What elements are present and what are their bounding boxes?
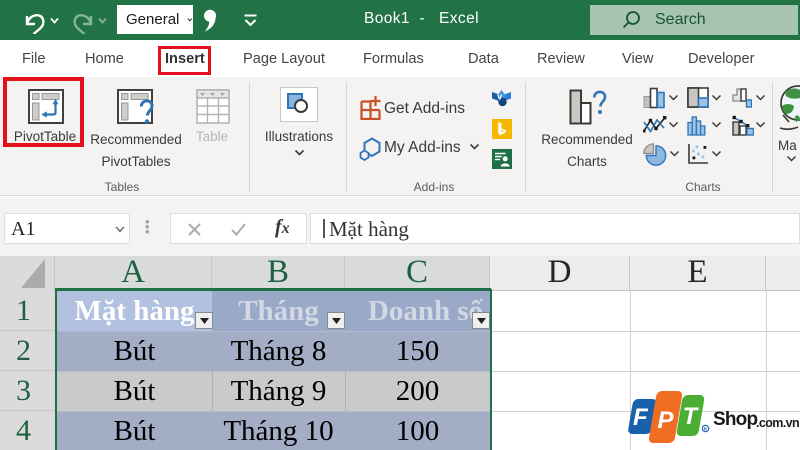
svg-text:.com.vn: .com.vn — [756, 416, 799, 430]
svg-text:Shop: Shop — [713, 409, 757, 430]
svg-text:P: P — [658, 407, 675, 434]
svg-text:T: T — [683, 403, 700, 430]
svg-text:F: F — [633, 404, 649, 431]
svg-text:v: v — [497, 92, 502, 102]
